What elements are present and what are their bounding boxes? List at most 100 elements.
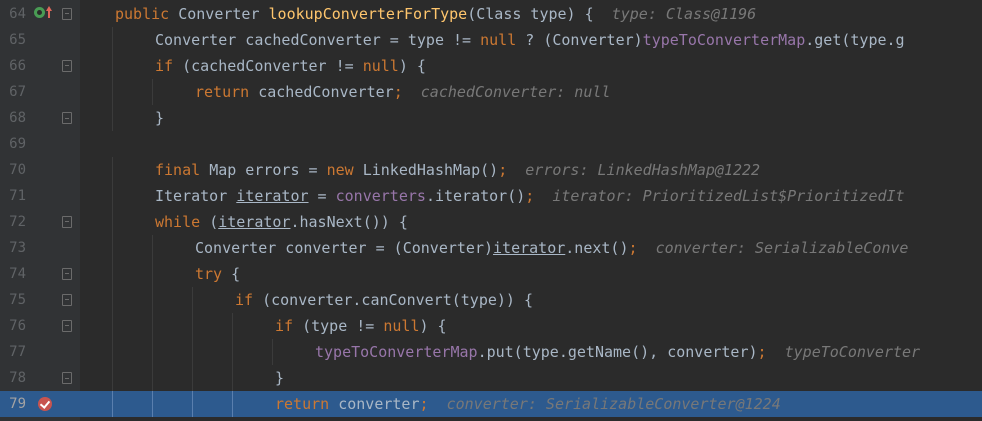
code-token: public bbox=[115, 5, 179, 23]
line-number[interactable]: 64 bbox=[0, 1, 26, 27]
code-token: ; bbox=[628, 239, 638, 257]
code-line-73[interactable]: 73 Converter converter = (Converter)itera… bbox=[0, 235, 982, 261]
code-token: null bbox=[480, 31, 517, 49]
code-token: (converter.canConvert(type)) { bbox=[262, 291, 534, 309]
code-line-64[interactable]: 64 public Converter lookupConverterForTyp… bbox=[0, 1, 982, 27]
code-line-67[interactable]: 67 return cachedConverter; cachedConverte… bbox=[0, 79, 982, 105]
code-text: if (cachedConverter != null) { bbox=[155, 53, 426, 79]
inline-debug-value: type: Class@1196 bbox=[611, 5, 757, 23]
code-text: public Converter lookupConverterForType(… bbox=[115, 1, 756, 27]
code-line-71[interactable]: 71 Iterator iterator = converters.iterato… bbox=[0, 183, 982, 209]
code-token: .hasNext()) { bbox=[290, 213, 408, 231]
line-number[interactable]: 77 bbox=[0, 339, 26, 365]
code-token: while bbox=[155, 213, 210, 231]
code-line-66[interactable]: 66 if (cachedConverter != null) { bbox=[0, 53, 982, 79]
line-number[interactable]: 75 bbox=[0, 287, 26, 313]
line-number[interactable]: 72 bbox=[0, 209, 26, 235]
fold-marker-icon[interactable] bbox=[62, 8, 72, 20]
line-number[interactable]: 79 bbox=[0, 391, 26, 417]
code-line-74[interactable]: 74 try { bbox=[0, 261, 982, 287]
code-token: (type != bbox=[302, 317, 384, 335]
code-line-76[interactable]: 76 if (type != null) { bbox=[0, 313, 982, 339]
line-number[interactable]: 74 bbox=[0, 261, 26, 287]
code-token: iterator bbox=[218, 213, 291, 231]
code-text: Iterator iterator = converters.iterator(… bbox=[155, 183, 905, 209]
fold-marker-icon[interactable] bbox=[62, 294, 72, 306]
indent-guide bbox=[152, 391, 153, 417]
code-line-68[interactable]: 68} bbox=[0, 105, 982, 131]
code-token: = bbox=[308, 187, 336, 205]
code-token: } bbox=[275, 369, 285, 387]
code-token: return bbox=[195, 83, 259, 101]
code-token: if bbox=[235, 291, 263, 309]
code-token: } bbox=[155, 109, 165, 127]
code-text: return converter; converter: Serializabl… bbox=[275, 391, 781, 417]
indent-guide bbox=[192, 313, 193, 339]
line-number[interactable]: 69 bbox=[0, 131, 26, 157]
indent-guide bbox=[152, 235, 153, 261]
code-token: ( bbox=[209, 213, 219, 231]
code-token: try bbox=[195, 265, 232, 283]
fold-marker-icon[interactable] bbox=[62, 372, 72, 384]
inline-debug-value: errors: LinkedHashMap@1222 bbox=[525, 161, 761, 179]
breakpoint-icon[interactable] bbox=[38, 397, 52, 411]
code-line-77[interactable]: 77 typeToConverterMap.put(type.getName(),… bbox=[0, 339, 982, 365]
indent-guide bbox=[112, 261, 113, 287]
code-line-69[interactable]: 69 bbox=[0, 131, 982, 157]
code-line-79[interactable]: 79 return converter; converter: Serializa… bbox=[0, 391, 982, 417]
indent-guide bbox=[112, 287, 113, 313]
code-line-72[interactable]: 72 while (iterator.hasNext()) { bbox=[0, 209, 982, 235]
code-token: (Class type) { bbox=[467, 5, 612, 23]
code-text: while (iterator.hasNext()) { bbox=[155, 209, 408, 235]
code-token: .put(type.getName(), converter) bbox=[477, 343, 758, 361]
fold-marker-icon[interactable] bbox=[62, 320, 72, 332]
indent-guide bbox=[232, 365, 233, 391]
line-number[interactable]: 68 bbox=[0, 105, 26, 131]
code-token: new bbox=[326, 161, 363, 179]
fold-marker-icon[interactable] bbox=[62, 216, 72, 228]
indent-guide bbox=[112, 339, 113, 365]
inline-debug-value: converter: SerializableConve bbox=[655, 239, 909, 257]
line-number[interactable]: 78 bbox=[0, 365, 26, 391]
code-text: final Map errors = new LinkedHashMap(); … bbox=[155, 157, 760, 183]
line-number[interactable]: 67 bbox=[0, 79, 26, 105]
fold-marker-icon[interactable] bbox=[62, 268, 72, 280]
code-token: Converter converter = (Converter) bbox=[195, 239, 494, 257]
line-number[interactable]: 71 bbox=[0, 183, 26, 209]
indent-guide bbox=[152, 287, 153, 313]
code-token: .get(type.g bbox=[805, 31, 905, 49]
indent-guide bbox=[152, 313, 153, 339]
code-editor[interactable]: 64 public Converter lookupConverterForTyp… bbox=[0, 0, 982, 421]
code-token: converter bbox=[338, 395, 420, 413]
code-line-75[interactable]: 75 if (converter.canConvert(type)) { bbox=[0, 287, 982, 313]
fold-marker-icon[interactable] bbox=[62, 112, 72, 124]
code-token: Iterator bbox=[155, 187, 237, 205]
code-token: lookupConverterForType bbox=[268, 5, 468, 23]
code-token: cachedConverter bbox=[258, 83, 394, 101]
code-token: Converter bbox=[178, 5, 269, 23]
code-line-65[interactable]: 65 Converter cachedConverter = type != nu… bbox=[0, 27, 982, 53]
line-number[interactable]: 73 bbox=[0, 235, 26, 261]
code-line-78[interactable]: 78} bbox=[0, 365, 982, 391]
indent-guide bbox=[112, 183, 113, 209]
line-number[interactable]: 76 bbox=[0, 313, 26, 339]
line-number[interactable]: 70 bbox=[0, 157, 26, 183]
override-icon[interactable] bbox=[34, 7, 45, 18]
line-number[interactable]: 65 bbox=[0, 27, 26, 53]
indent-guide bbox=[192, 391, 193, 417]
code-line-70[interactable]: 70 final Map errors = new LinkedHashMap()… bbox=[0, 157, 982, 183]
indent-guide bbox=[232, 339, 233, 365]
fold-marker-icon[interactable] bbox=[62, 60, 72, 72]
code-token: Map errors = bbox=[209, 161, 327, 179]
indent-guide bbox=[232, 391, 233, 417]
indent-guide bbox=[192, 339, 193, 365]
code-token: ; bbox=[498, 161, 508, 179]
code-text: Converter cachedConverter = type != null… bbox=[155, 27, 905, 53]
code-token: ; bbox=[393, 83, 403, 101]
line-number[interactable]: 66 bbox=[0, 53, 26, 79]
